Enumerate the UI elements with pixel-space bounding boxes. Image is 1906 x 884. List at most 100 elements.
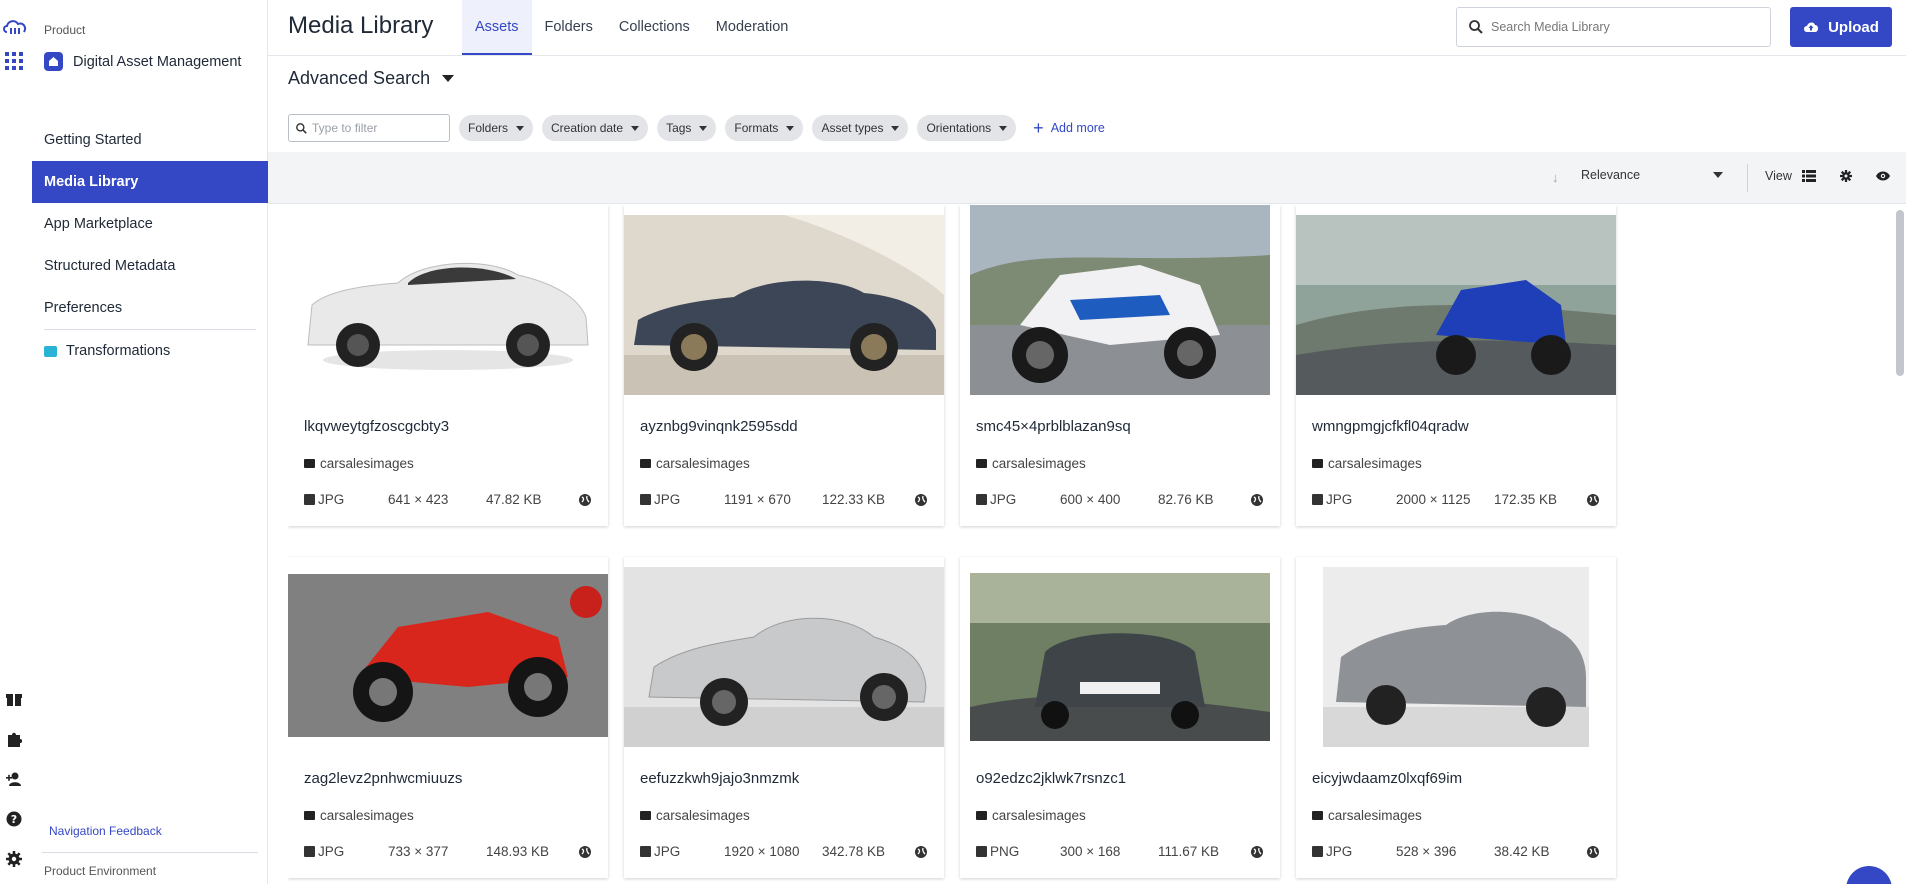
asset-dimensions: 600 × 400 xyxy=(1060,492,1121,507)
asset-meta: JPG 641 × 423 47.82 KB xyxy=(304,492,594,508)
tab-collections[interactable]: Collections xyxy=(606,0,703,55)
asset-dimensions: 528 × 396 xyxy=(1396,844,1457,859)
asset-dimensions: 300 × 168 xyxy=(1060,844,1121,859)
asset-meta: JPG 1920 × 1080 342.78 KB xyxy=(640,844,930,860)
asset-thumbnail[interactable] xyxy=(1296,557,1616,747)
transformations-icon xyxy=(44,345,57,357)
asset-folder[interactable]: carsalesimages xyxy=(304,456,414,471)
asset-thumbnail[interactable] xyxy=(1296,205,1616,395)
product-switcher[interactable]: Digital Asset Management xyxy=(44,52,241,71)
asset-name[interactable]: o92edzc2jklwk7rsnzc1 xyxy=(976,770,1126,787)
gift-icon[interactable] xyxy=(6,691,22,707)
view-label[interactable]: View xyxy=(1765,169,1792,183)
filter-chip-orientations[interactable]: Orientations xyxy=(917,115,1017,141)
apps-grid-icon[interactable] xyxy=(5,52,23,70)
asset-format: JPG xyxy=(318,844,345,859)
filter-chip-tags[interactable]: Tags xyxy=(657,115,717,141)
asset-thumbnail[interactable] xyxy=(960,205,1280,395)
asset-name[interactable]: zag2levz2pnhwcmiuuzs xyxy=(304,770,462,787)
results-toolbar: ↓ Relevance View xyxy=(268,152,1906,204)
product-name: Digital Asset Management xyxy=(73,53,242,70)
asset-folder[interactable]: carsalesimages xyxy=(640,808,750,823)
asset-card[interactable]: zag2levz2pnhwcmiuuzs carsalesimages JPG … xyxy=(288,557,608,878)
tab-assets[interactable]: Assets xyxy=(462,0,532,55)
sidebar-item-structured-metadata[interactable]: Structured Metadata xyxy=(32,245,268,287)
asset-card[interactable]: ayznbg9vinqnk2595sdd carsalesimages JPG … xyxy=(624,205,944,526)
filter-chip-creation-date[interactable]: Creation date xyxy=(542,115,649,141)
sidebar-item-app-marketplace[interactable]: App Marketplace xyxy=(32,203,268,245)
upload-button[interactable]: Upload xyxy=(1790,7,1892,47)
asset-folder[interactable]: carsalesimages xyxy=(976,456,1086,471)
filter-input[interactable] xyxy=(312,121,442,135)
puzzle-icon[interactable] xyxy=(6,731,22,747)
asset-thumbnail[interactable] xyxy=(288,557,608,747)
folder-name: carsalesimages xyxy=(320,808,414,823)
grid-scrollbar[interactable] xyxy=(1896,210,1904,376)
asset-thumbnail[interactable] xyxy=(624,557,944,747)
cloud-logo-icon[interactable] xyxy=(2,18,28,34)
asset-size: 172.35 KB xyxy=(1494,492,1558,507)
media-search-box[interactable] xyxy=(1456,7,1771,47)
sidebar-item-label: Transformations xyxy=(66,343,171,359)
asset-name[interactable]: eefuzzkwh9jajo3nmzmk xyxy=(640,770,799,787)
asset-card[interactable]: o92edzc2jklwk7rsnzc1 carsalesimages PNG … xyxy=(960,557,1280,878)
help-icon[interactable]: ? xyxy=(6,811,22,827)
product-environment-label[interactable]: Product Environment xyxy=(44,864,156,878)
sort-direction-icon[interactable]: ↓ xyxy=(1552,170,1559,185)
gear-icon[interactable] xyxy=(1840,170,1852,182)
sidebar-item-transformations[interactable]: Transformations xyxy=(32,330,268,372)
asset-card[interactable]: smc45×4prblblazan9sq carsalesimages JPG … xyxy=(960,205,1280,526)
list-view-icon[interactable] xyxy=(1802,170,1816,182)
sidebar-item-media-library[interactable]: Media Library xyxy=(32,161,268,203)
chip-label: Orientations xyxy=(926,121,992,135)
filter-chip-formats[interactable]: Formats xyxy=(725,115,804,141)
asset-meta: JPG 733 × 377 148.93 KB xyxy=(304,844,594,860)
asset-card[interactable]: wmngpmgjcfkfl04qradw carsalesimages JPG … xyxy=(1296,205,1616,526)
globe-icon xyxy=(579,494,591,506)
asset-card[interactable]: eefuzzkwh9jajo3nmzmk carsalesimages JPG … xyxy=(624,557,944,878)
folder-icon xyxy=(1312,459,1323,468)
search-input[interactable] xyxy=(1491,20,1751,34)
asset-name[interactable]: ayznbg9vinqnk2595sdd xyxy=(640,418,798,435)
asset-name[interactable]: eicyjwdaamz0lxqf69im xyxy=(1312,770,1462,787)
sidebar-item-preferences[interactable]: Preferences xyxy=(32,287,268,329)
search-icon xyxy=(1469,20,1483,34)
asset-size: 148.93 KB xyxy=(486,844,550,859)
asset-format: JPG xyxy=(318,492,345,507)
tab-folders[interactable]: Folders xyxy=(532,0,606,55)
eye-icon[interactable] xyxy=(1876,171,1890,181)
advanced-search-toggle[interactable]: Advanced Search xyxy=(288,68,455,89)
add-more-label: Add more xyxy=(1050,121,1105,135)
tab-moderation[interactable]: Moderation xyxy=(703,0,802,55)
add-more-filters-button[interactable]: + Add more xyxy=(1033,119,1105,137)
chevron-down-icon[interactable] xyxy=(1713,172,1723,178)
asset-name[interactable]: smc45×4prblblazan9sq xyxy=(976,418,1131,435)
sidebar-item-getting-started[interactable]: Getting Started xyxy=(32,119,268,161)
asset-meta: JPG 1191 × 670 122.33 KB xyxy=(640,492,930,508)
asset-thumbnail[interactable] xyxy=(624,205,944,395)
asset-name[interactable]: wmngpmgjcfkfl04qradw xyxy=(1312,418,1469,435)
asset-size: 47.82 KB xyxy=(486,492,542,507)
filter-chip-asset-types[interactable]: Asset types xyxy=(812,115,909,141)
folder-name: carsalesimages xyxy=(1328,808,1422,823)
asset-folder[interactable]: carsalesimages xyxy=(1312,808,1422,823)
dam-product-icon xyxy=(44,52,63,71)
asset-name[interactable]: lkqvweytgfzoscgcbty3 xyxy=(304,418,449,435)
asset-thumbnail[interactable] xyxy=(288,205,608,395)
asset-folder[interactable]: carsalesimages xyxy=(1312,456,1422,471)
asset-folder[interactable]: carsalesimages xyxy=(304,808,414,823)
asset-card[interactable]: lkqvweytgfzoscgcbty3 carsalesimages JPG … xyxy=(288,205,608,526)
asset-folder[interactable]: carsalesimages xyxy=(976,808,1086,823)
asset-card[interactable]: eicyjwdaamz0lxqf69im carsalesimages JPG … xyxy=(1296,557,1616,878)
sort-select[interactable]: Relevance xyxy=(1581,168,1701,182)
filter-chip-folders[interactable]: Folders xyxy=(459,115,534,141)
navigation-feedback-link[interactable]: Navigation Feedback xyxy=(49,824,162,838)
settings-icon[interactable] xyxy=(6,851,22,867)
asset-thumbnail[interactable] xyxy=(960,557,1280,747)
add-user-icon[interactable] xyxy=(6,771,22,787)
folder-name: carsalesimages xyxy=(656,808,750,823)
chevron-down-icon xyxy=(999,125,1008,131)
asset-folder[interactable]: carsalesimages xyxy=(640,456,750,471)
filter-box[interactable] xyxy=(288,114,450,142)
image-icon xyxy=(976,494,987,505)
